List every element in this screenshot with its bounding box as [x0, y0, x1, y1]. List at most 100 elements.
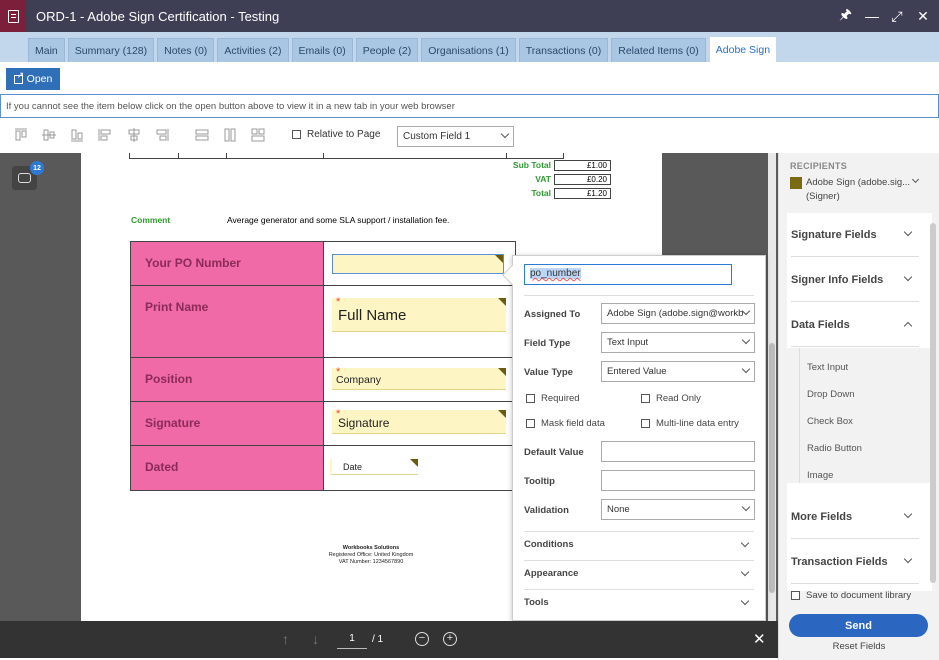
pin-icon[interactable]: 🖈 [839, 4, 852, 28]
recipient-select[interactable]: Adobe Sign (adobe.sig... (Signer) [806, 176, 916, 204]
more-fields-section[interactable]: More Fields [791, 495, 919, 539]
default-value-input[interactable] [601, 441, 755, 462]
comment-text: Average generator and some SLA support /… [227, 215, 450, 225]
po-number-field[interactable] [332, 254, 504, 274]
company-field[interactable]: * Company [332, 366, 506, 390]
signature-fields-section[interactable]: Signature Fields [791, 213, 919, 257]
tab-related-items[interactable]: Related Items (0) [611, 38, 706, 62]
tab-summary[interactable]: Summary (128) [67, 38, 155, 62]
multi-line-option[interactable]: Multi-line data entry [641, 418, 739, 429]
align-left-icon[interactable] [98, 128, 112, 142]
data-field-drop-down[interactable]: Drop Down [807, 389, 855, 400]
field-properties-popup: po_number Assigned To Adobe Sign (adobe.… [502, 255, 766, 621]
data-field-check-box[interactable]: Check Box [807, 416, 853, 427]
form-row: Your PO Number [131, 242, 515, 286]
previous-page-icon[interactable]: ↑ [282, 631, 289, 647]
tab-notes[interactable]: Notes (0) [157, 38, 215, 62]
distribute-vertical-icon[interactable] [223, 128, 237, 142]
transaction-fields-section[interactable]: Transaction Fields [791, 540, 919, 584]
tab-activities[interactable]: Activities (2) [217, 38, 289, 62]
recipients-header: RECIPIENTS [790, 161, 848, 171]
value-type-select[interactable]: Entered Value [601, 361, 755, 382]
align-right-icon[interactable] [155, 128, 169, 142]
field-type-select[interactable]: Text Input [601, 332, 755, 353]
tab-people[interactable]: People (2) [355, 38, 419, 62]
data-fields-section[interactable]: Data Fields [791, 303, 919, 347]
tab-emails[interactable]: Emails (0) [291, 38, 353, 62]
window-controls: 🖈 — ⤢ ✕ [839, 0, 929, 32]
required-option[interactable]: Required [526, 393, 580, 404]
full-name-field[interactable]: * Full Name [332, 296, 506, 332]
assigned-to-label: Assigned To [524, 309, 581, 320]
tab-organisations[interactable]: Organisations (1) [421, 38, 516, 62]
line-items-table [129, 153, 564, 159]
recipient-color-swatch [790, 177, 802, 189]
document-icon [0, 0, 26, 32]
signature-form-table: Your PO Number Print Name * Full Name Po… [130, 241, 516, 491]
save-to-library-option[interactable]: Save to document library [791, 590, 911, 601]
required-checkbox[interactable] [526, 394, 535, 403]
signature-field[interactable]: * Signature [332, 408, 506, 434]
align-top-icon[interactable] [14, 128, 28, 142]
mask-field-checkbox[interactable] [526, 419, 535, 428]
info-message: If you cannot see the item below click o… [0, 94, 939, 118]
reset-fields-link[interactable]: Reset Fields [779, 641, 939, 652]
size-match-icon[interactable] [251, 128, 265, 142]
minimize-icon[interactable]: — [865, 8, 879, 24]
next-page-icon[interactable]: ↓ [312, 631, 319, 647]
read-only-checkbox[interactable] [641, 394, 650, 403]
assigned-to-select[interactable]: Adobe Sign (adobe.sign@workb [601, 303, 755, 324]
validation-select[interactable]: None [601, 499, 755, 520]
comment-label: Comment [131, 215, 171, 225]
comment-count-badge: 12 [30, 161, 44, 175]
open-button[interactable]: Open [6, 68, 60, 90]
date-field[interactable]: Date [330, 459, 418, 475]
form-row: Dated Date [131, 446, 515, 490]
data-field-text-input[interactable]: Text Input [807, 362, 848, 373]
relative-to-page-checkbox[interactable] [292, 130, 301, 139]
align-center-icon[interactable] [127, 128, 141, 142]
maximize-icon[interactable]: ⤢ [891, 8, 903, 25]
relative-to-page-toggle[interactable]: Relative to Page [292, 129, 380, 140]
document-scrollbar[interactable] [768, 153, 776, 621]
close-viewer-icon[interactable]: ✕ [753, 630, 766, 648]
sidebar-scrollbar[interactable] [930, 223, 936, 583]
chevron-down-icon [500, 129, 510, 139]
required-marker: * [336, 296, 341, 308]
mask-field-option[interactable]: Mask field data [526, 418, 605, 429]
page-total: / 1 [372, 634, 384, 645]
chevron-down-icon [740, 567, 750, 577]
zoom-in-icon[interactable]: + [443, 632, 457, 646]
field-name-input[interactable]: po_number [524, 264, 732, 285]
align-middle-icon[interactable] [42, 128, 56, 142]
comment-icon [18, 173, 31, 183]
external-link-icon [13, 70, 24, 84]
subtotal-row: Sub Total £1.00 [494, 160, 611, 171]
save-to-library-checkbox[interactable] [791, 591, 800, 600]
appearance-section[interactable]: Appearance [524, 560, 754, 584]
align-bottom-icon[interactable] [70, 128, 84, 142]
tab-main[interactable]: Main [28, 38, 65, 62]
signer-info-fields-section[interactable]: Signer Info Fields [791, 258, 919, 302]
close-icon[interactable]: ✕ [917, 8, 929, 25]
field-select[interactable]: Custom Field 1 [397, 126, 514, 147]
chevron-down-icon [741, 335, 751, 345]
tab-adobe-sign[interactable]: Adobe Sign [708, 36, 778, 62]
multi-line-checkbox[interactable] [641, 419, 650, 428]
tooltip-input[interactable] [601, 470, 755, 491]
read-only-option[interactable]: Read Only [641, 393, 701, 404]
zoom-out-icon[interactable]: − [415, 632, 429, 646]
distribute-horizontal-icon[interactable] [195, 128, 209, 142]
tools-section[interactable]: Tools [524, 589, 754, 613]
tab-transactions[interactable]: Transactions (0) [518, 38, 609, 62]
required-marker: * [336, 366, 341, 378]
print-name-label: Print Name [131, 286, 324, 357]
page-number-input[interactable]: 1 [337, 630, 367, 649]
chevron-down-icon [740, 596, 750, 606]
data-field-image[interactable]: Image [807, 470, 833, 481]
field-type-label: Field Type [524, 338, 571, 349]
data-field-radio-button[interactable]: Radio Button [807, 443, 862, 454]
chevron-down-icon [740, 538, 750, 548]
conditions-section[interactable]: Conditions [524, 531, 754, 555]
send-button[interactable]: Send [789, 614, 928, 637]
